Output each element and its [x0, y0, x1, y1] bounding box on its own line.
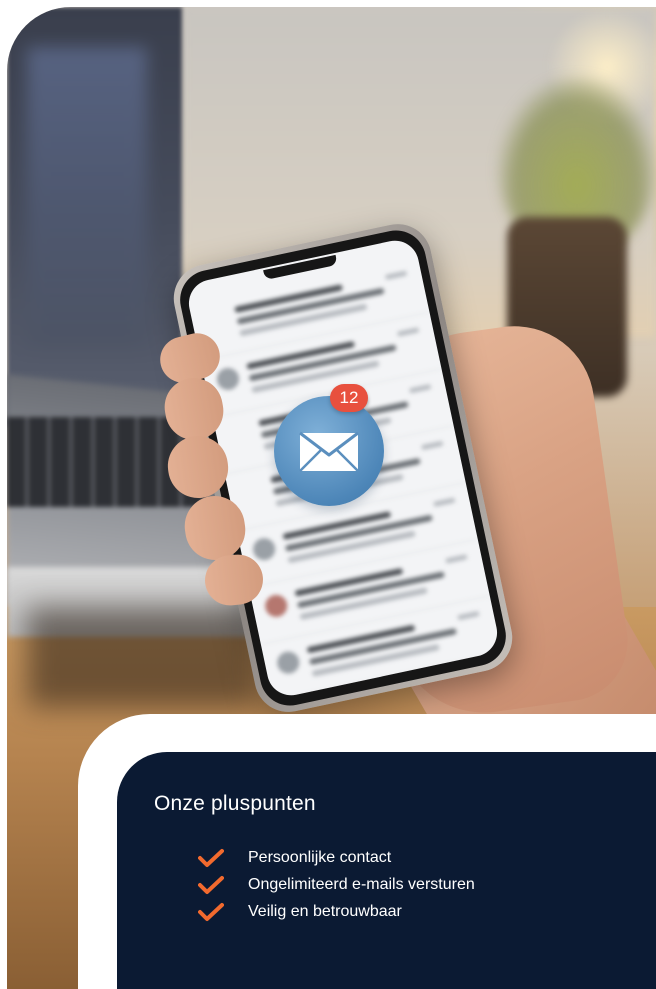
mail-notification: 12: [260, 384, 400, 514]
list-item: Persoonlijke contact: [198, 844, 656, 871]
laptop-screen-glow: [27, 47, 147, 347]
mail-avatar: [263, 592, 290, 619]
mail-time: [420, 440, 444, 451]
checkmark-icon: [198, 848, 224, 867]
mail-time: [433, 497, 456, 507]
mail-time: [457, 610, 480, 621]
mail-avatar: [251, 536, 278, 563]
mail-time: [396, 327, 420, 337]
table-shadow: [27, 607, 257, 707]
page: 12 Onze pluspunten Persoonlijke contact …: [0, 0, 656, 989]
mail-avatar: [203, 309, 229, 335]
card-title: Onze pluspunten: [154, 792, 316, 815]
mail-time: [384, 270, 408, 280]
benefits-card: Onze pluspunten Persoonlijke contact Ong…: [117, 752, 656, 989]
laptop-screen: [7, 7, 182, 427]
envelope-icon-svg: [299, 431, 359, 472]
checkmark-icon: [198, 902, 224, 921]
mail-time: [408, 383, 432, 394]
mail-avatar: [275, 649, 302, 676]
benefit-label: Veilig en betrouwbaar: [248, 902, 402, 920]
list-item: Veilig en betrouwbaar: [198, 898, 656, 925]
mail-avatar: [214, 365, 242, 393]
benefit-label: Ongelimiteerd e-mails versturen: [248, 875, 475, 893]
benefit-label: Persoonlijke contact: [248, 848, 392, 866]
envelope-icon: [274, 396, 384, 506]
mail-avatar: [227, 423, 253, 449]
mail-time: [445, 554, 468, 564]
benefits-list: Persoonlijke contact Ongelimiteerd e-mai…: [154, 844, 656, 925]
list-item: Ongelimiteerd e-mails versturen: [198, 871, 656, 898]
checkmark-icon: [198, 875, 224, 894]
notification-badge: 12: [330, 384, 368, 412]
